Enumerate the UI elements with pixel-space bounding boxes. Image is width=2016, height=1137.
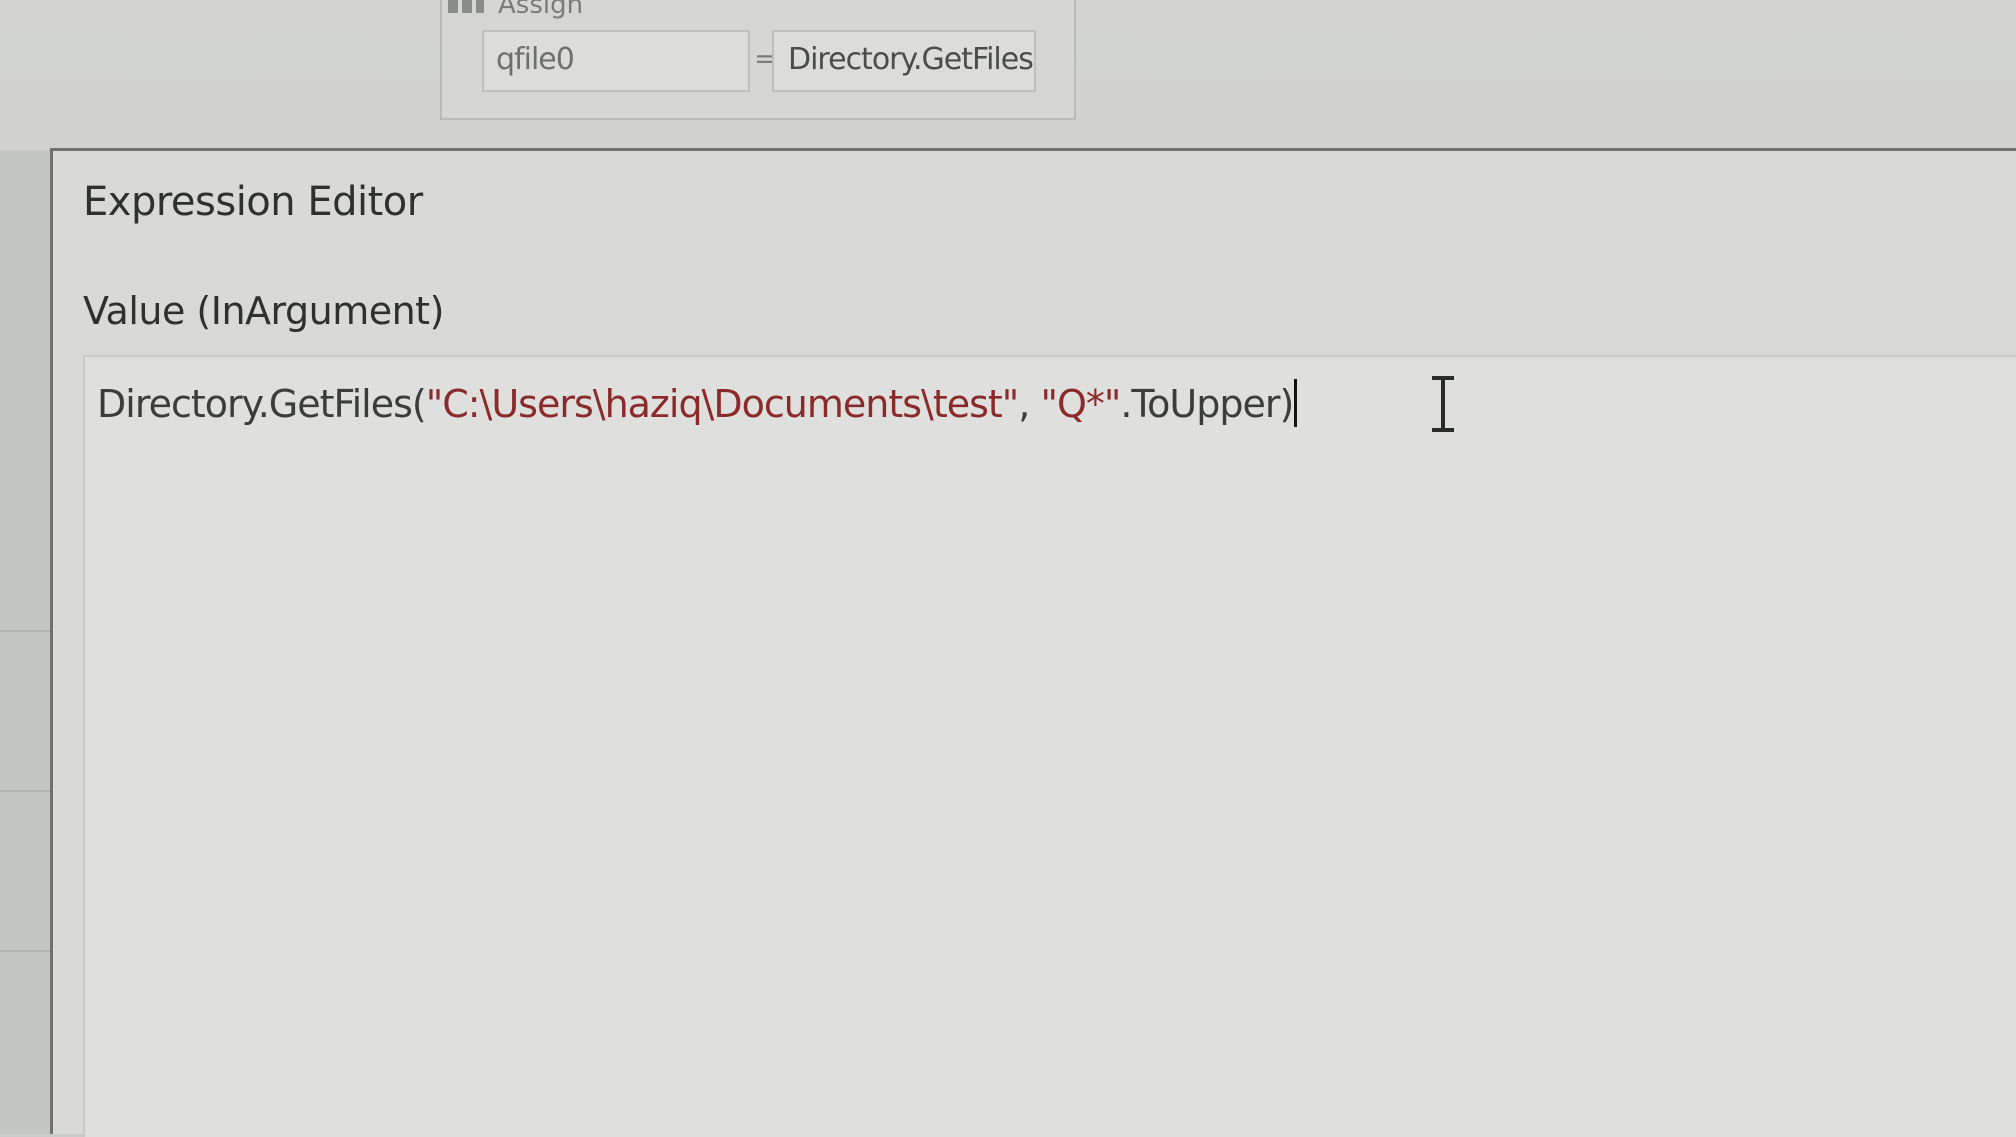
assign-header: Assign <box>448 0 583 20</box>
expression-function: Directory.GetFiles( <box>97 382 427 426</box>
expression-path-string: "C:\Users\haziq\Documents\test" <box>425 382 1020 426</box>
expression-separator: , <box>1018 382 1041 426</box>
expression-input[interactable]: Directory.GetFiles("C:\Users\haziq\Docum… <box>83 355 2016 1137</box>
gutter-divider <box>0 630 50 632</box>
gutter-divider <box>0 790 50 792</box>
designer-gutter <box>0 150 50 1134</box>
field-label: Value (InArgument) <box>83 289 444 333</box>
text-cursor-icon <box>1428 376 1458 432</box>
gutter-divider <box>0 950 50 952</box>
assign-title: Assign <box>498 0 584 20</box>
dialog-title: Expression Editor <box>83 179 423 225</box>
text-caret <box>1294 379 1298 427</box>
assign-to-field[interactable]: qfile0 <box>482 30 750 92</box>
expression-editor-dialog: Expression Editor Value (InArgument) Dir… <box>50 148 2016 1137</box>
assign-value-field[interactable]: Directory.GetFiles( <box>772 30 1036 92</box>
expression-pattern-string: "Q*" <box>1040 382 1121 426</box>
assign-activity[interactable]: Assign qfile0 = Directory.GetFiles( <box>440 0 1076 120</box>
expression-method: .ToUpper) <box>1120 382 1294 426</box>
expression-text[interactable]: Directory.GetFiles("C:\Users\haziq\Docum… <box>97 379 1298 427</box>
assign-icon <box>448 0 484 13</box>
